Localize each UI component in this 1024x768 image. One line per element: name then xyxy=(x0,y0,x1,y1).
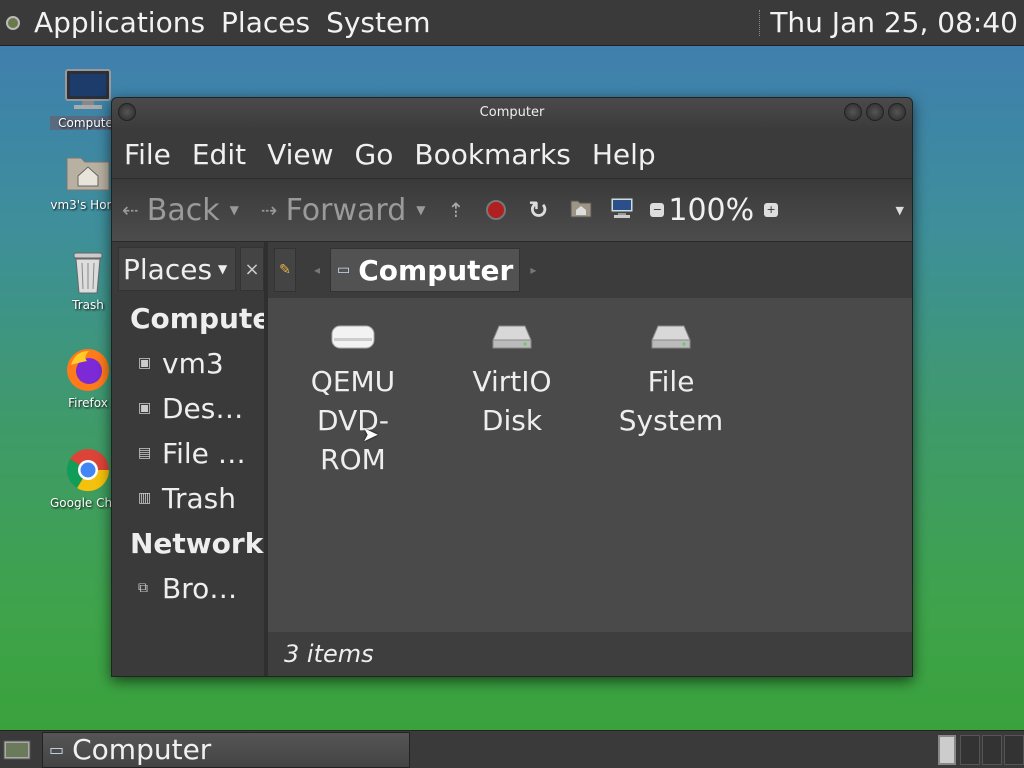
pathbar: ✎ ◂ ▭ Computer ▸ xyxy=(268,242,912,298)
file-item-virtio-disk[interactable]: VirtIO Disk xyxy=(432,312,592,440)
mouse-cursor-icon: ➤ xyxy=(362,422,379,446)
hard-disk-icon xyxy=(591,312,751,362)
back-history-dropdown-icon[interactable]: ▼ xyxy=(230,203,239,217)
workspace-4[interactable] xyxy=(1004,735,1024,765)
menu-edit[interactable]: Edit xyxy=(192,138,246,171)
places-menu[interactable]: Places xyxy=(221,0,310,46)
applications-menu[interactable]: Applications xyxy=(34,0,205,46)
path-scroll-left-icon[interactable]: ◂ xyxy=(304,248,330,292)
zoom-level[interactable]: 100% xyxy=(668,193,754,228)
path-scroll-right-icon[interactable]: ▸ xyxy=(520,248,546,292)
up-arrow-icon[interactable]: ⇡ xyxy=(448,198,465,222)
panel-separator xyxy=(759,10,762,36)
trash-icon: ▥ xyxy=(138,490,152,506)
file-item-dvd[interactable]: QEMU DVD- ROM xyxy=(273,312,433,479)
computer-icon[interactable] xyxy=(610,197,634,224)
sidebar-item-desktop[interactable]: ▣ Des… xyxy=(112,386,264,431)
menu-view[interactable]: View xyxy=(267,138,333,171)
file-grid: QEMU DVD- ROM VirtIO Disk File System xyxy=(268,298,912,632)
toolbar-overflow-icon[interactable]: ▼ xyxy=(896,204,904,217)
toolbar: ⇠ Back ▼ ⇢ Forward ▼ ⇡ ↻ − 100% + ▼ xyxy=(112,178,912,242)
workspace-1[interactable] xyxy=(938,735,956,765)
clock[interactable]: Thu Jan 25, 08:40 xyxy=(770,0,1018,46)
hard-disk-icon xyxy=(432,312,592,362)
forward-arrow-icon: ⇢ xyxy=(260,198,278,222)
menubar: File Edit View Go Bookmarks Help xyxy=(112,130,912,178)
top-panel: Applications Places System Thu Jan 25, 0… xyxy=(0,0,1024,46)
breadcrumb-computer[interactable]: ▭ Computer xyxy=(330,248,521,292)
system-menu[interactable]: System xyxy=(326,0,430,46)
back-button[interactable]: ⇠ Back ▼ xyxy=(122,193,239,228)
menu-bookmarks[interactable]: Bookmarks xyxy=(414,138,570,171)
file-manager-window: Computer File Edit View Go Bookmarks Hel… xyxy=(111,97,913,677)
bottom-panel: ▭ Computer xyxy=(0,730,1024,768)
file-item-filesystem[interactable]: File System xyxy=(591,312,751,440)
file-view: ✎ ◂ ▭ Computer ▸ QEMU DVD- ROM VirtIO Di… xyxy=(268,242,912,676)
workspace-2[interactable] xyxy=(960,735,980,765)
sidebar: Places ▼ × Computer ▣ vm3 ▣ Des… ▤ File … xyxy=(112,242,268,676)
pencil-icon: ✎ xyxy=(279,262,291,278)
desktop-folder-icon: ▣ xyxy=(138,400,152,416)
status-bar: 3 items xyxy=(268,632,912,676)
show-desktop-icon[interactable] xyxy=(0,733,34,767)
window-titlebar[interactable]: Computer xyxy=(112,98,912,130)
minimize-button[interactable] xyxy=(844,103,862,121)
home-icon[interactable] xyxy=(570,198,592,223)
workspace-3[interactable] xyxy=(982,735,1002,765)
reload-icon[interactable]: ↻ xyxy=(528,196,548,224)
drive-icon: ▤ xyxy=(138,445,152,461)
computer-icon: ▭ xyxy=(337,262,351,278)
window-title: Computer xyxy=(479,105,545,120)
sidebar-item-filesystem[interactable]: ▤ File … xyxy=(112,431,264,476)
close-sidebar-button[interactable]: × xyxy=(240,247,264,291)
home-folder-icon: ▣ xyxy=(138,355,152,371)
sidebar-item-trash[interactable]: ▥ Trash xyxy=(112,476,264,521)
computer-icon: ▭ xyxy=(49,740,65,759)
menu-go[interactable]: Go xyxy=(355,138,394,171)
forward-button[interactable]: ⇢ Forward ▼ xyxy=(261,193,426,228)
sidebar-item-browse-network[interactable]: ⧉ Bro… xyxy=(112,566,264,611)
sidebar-selector[interactable]: Places ▼ xyxy=(118,247,236,291)
sidebar-heading-network: Network xyxy=(130,527,264,560)
sidebar-heading-computer: Computer xyxy=(130,302,264,335)
sidebar-item-home[interactable]: ▣ vm3 xyxy=(112,341,264,386)
menu-file[interactable]: File xyxy=(124,138,171,171)
menu-help[interactable]: Help xyxy=(592,138,656,171)
network-icon: ⧉ xyxy=(138,580,148,596)
stop-icon[interactable] xyxy=(486,200,507,220)
zoom-in-icon[interactable]: + xyxy=(764,203,779,217)
zoom-out-icon[interactable]: − xyxy=(650,203,665,217)
close-button[interactable] xyxy=(888,103,906,121)
taskbar-window-computer[interactable]: ▭ Computer xyxy=(42,731,410,768)
chevron-down-icon: ▼ xyxy=(218,262,228,276)
edit-location-button[interactable]: ✎ xyxy=(274,248,296,292)
back-arrow-icon: ⇠ xyxy=(122,198,139,222)
forward-history-dropdown-icon[interactable]: ▼ xyxy=(416,203,425,217)
main-menu-icon[interactable] xyxy=(0,0,26,46)
optical-drive-icon xyxy=(273,312,433,362)
maximize-button[interactable] xyxy=(866,103,884,121)
